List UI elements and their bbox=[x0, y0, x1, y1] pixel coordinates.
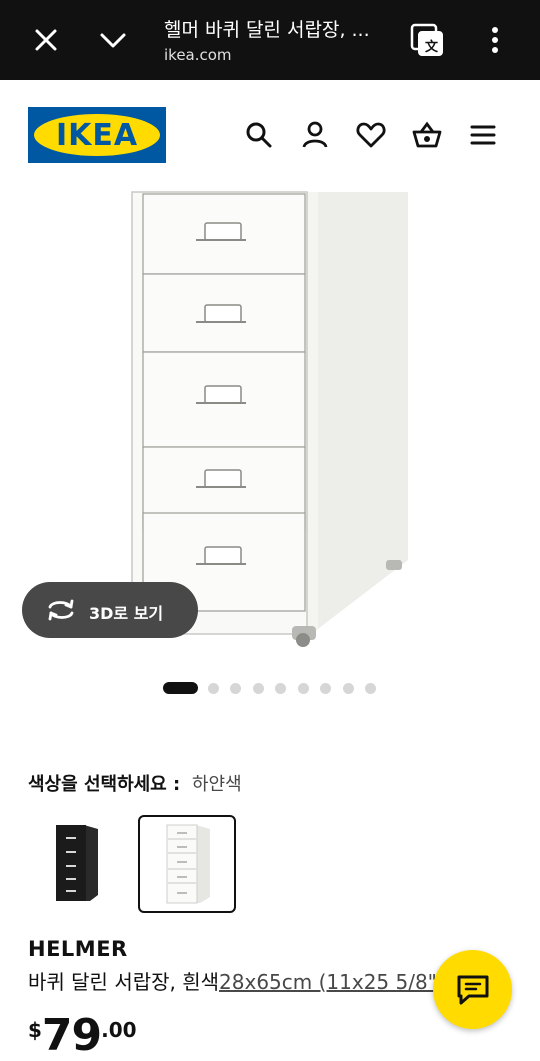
chat-icon bbox=[457, 975, 489, 1005]
carousel-dot[interactable] bbox=[298, 683, 309, 694]
product-name: HELMER bbox=[28, 937, 128, 961]
ikea-logo[interactable]: IKEA bbox=[28, 107, 166, 163]
more-vertical-icon[interactable] bbox=[480, 24, 510, 56]
black-drawer-thumbnail bbox=[56, 825, 98, 901]
product-type: 바퀴 달린 서랍장, 흰색 bbox=[28, 970, 220, 994]
price-currency: $ bbox=[28, 1018, 42, 1042]
product-description: 바퀴 달린 서랍장, 흰색28x65cm (11x25 5/8") bbox=[28, 966, 445, 995]
svg-text:文: 文 bbox=[425, 39, 439, 55]
swatch-black[interactable] bbox=[28, 815, 126, 913]
view-3d-label: 3D로 보기 bbox=[89, 604, 164, 623]
carousel-dot[interactable] bbox=[320, 683, 331, 694]
carousel-dot[interactable] bbox=[253, 683, 264, 694]
menu-icon[interactable] bbox=[468, 120, 498, 150]
carousel-dot[interactable] bbox=[275, 683, 286, 694]
carousel-dot[interactable] bbox=[230, 683, 241, 694]
white-drawer-thumbnail bbox=[166, 824, 210, 904]
browser-top-bar: 헬머 바퀴 달린 서랍장, ... ikea.com G 文 bbox=[0, 0, 540, 80]
logo-text: IKEA bbox=[55, 118, 139, 153]
color-select-label: 색상을 선택하세요 : bbox=[28, 774, 181, 795]
basket-icon[interactable] bbox=[412, 120, 442, 150]
product-size-link[interactable]: 28x65cm (11x25 5/8") bbox=[219, 970, 445, 994]
carousel-dot[interactable] bbox=[208, 683, 219, 694]
page-url: ikea.com bbox=[164, 46, 232, 64]
user-icon[interactable] bbox=[300, 120, 330, 150]
rotate-3d-icon bbox=[48, 599, 74, 621]
page-title: 헬머 바퀴 달린 서랍장, ... bbox=[164, 19, 370, 41]
price-decimal: .00 bbox=[101, 1018, 137, 1042]
close-icon[interactable] bbox=[30, 24, 62, 56]
carousel-dot[interactable] bbox=[343, 683, 354, 694]
carousel-dot[interactable] bbox=[163, 682, 198, 694]
chevron-down-icon[interactable] bbox=[97, 24, 129, 56]
translate-icon[interactable]: G 文 bbox=[409, 22, 445, 58]
product-price: $79.00 bbox=[28, 1010, 137, 1061]
chat-button[interactable] bbox=[433, 950, 512, 1029]
color-select-value: 하얀색 bbox=[191, 774, 242, 795]
color-select-row: 색상을 선택하세요 : 하얀색 bbox=[28, 770, 242, 796]
site-header: IKEA bbox=[0, 80, 540, 190]
carousel-dot[interactable] bbox=[365, 683, 376, 694]
heart-icon[interactable] bbox=[356, 120, 386, 150]
view-3d-button[interactable]: 3D로 보기 bbox=[22, 582, 198, 638]
price-integer: 79 bbox=[41, 1010, 102, 1061]
swatch-white[interactable] bbox=[138, 815, 236, 913]
search-icon[interactable] bbox=[244, 120, 274, 150]
